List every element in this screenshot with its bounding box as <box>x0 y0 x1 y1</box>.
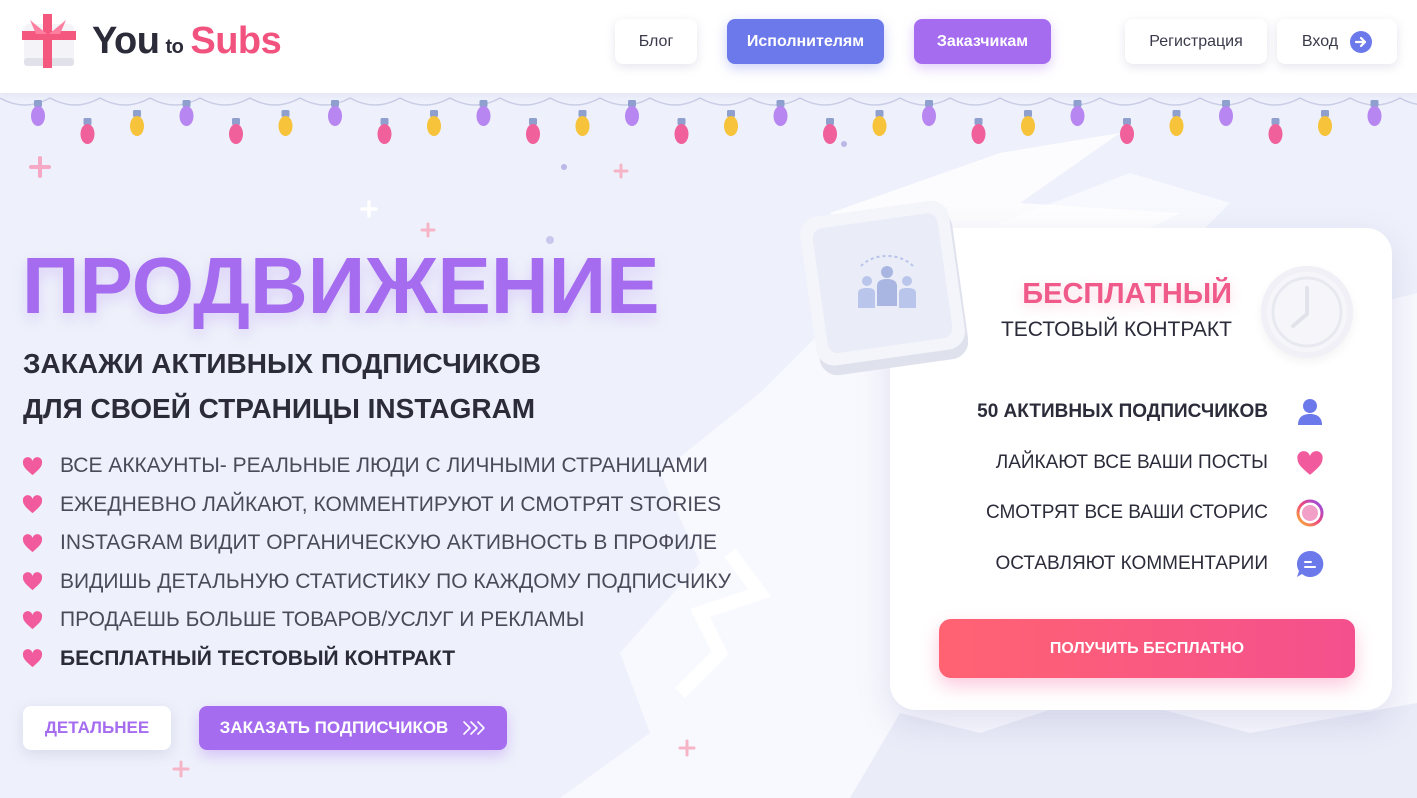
clock-icon <box>1261 266 1353 358</box>
hero-subtitle-line2: ДЛЯ СВОЕЙ СТРАНИЦЫ INSTAGRAM <box>23 393 536 424</box>
feature-text: ЕЖЕДНЕВНО ЛАЙКАЮТ, КОММЕНТИРУЮТ И СМОТРЯ… <box>60 492 722 516</box>
nav-performers-button[interactable]: Исполнителям <box>727 19 884 64</box>
nav-customers-button[interactable]: Заказчикам <box>914 19 1051 64</box>
comment-icon <box>1295 549 1325 579</box>
feature-text: ВИДИШЬ ДЕТАЛЬНУЮ СТАТИСТИКУ ПО КАЖДОМУ П… <box>60 569 732 593</box>
login-button[interactable]: Вход <box>1277 19 1397 64</box>
feature-item: ВИДИШЬ ДЕТАЛЬНУЮ СТАТИСТИКУ ПО КАЖДОМУ П… <box>22 563 731 602</box>
dot-decoration <box>561 164 567 170</box>
details-button[interactable]: ДЕТАЛЬНЕЕ <box>23 706 171 750</box>
garland-bulb <box>575 110 590 136</box>
garland-bulb <box>1268 118 1283 144</box>
feature-item: ПРОДАЕШЬ БОЛЬШЕ ТОВАРОВ/УСЛУГ И РЕКЛАМЫ <box>22 601 731 640</box>
register-button[interactable]: Регистрация <box>1125 19 1267 64</box>
logo-text: You to Subs <box>92 19 282 63</box>
card-row-likes: ЛАЙКАЮТ ВСЕ ВАШИ ПОСТЫ <box>995 452 1268 473</box>
nav-blog-button[interactable]: Блог <box>615 19 697 64</box>
feature-text: ВСЕ АККАУНТЫ- РЕАЛЬНЫЕ ЛЮДИ С ЛИЧНЫМИ СТ… <box>60 454 708 478</box>
garland-bulb <box>476 100 491 126</box>
heart-icon <box>22 649 43 668</box>
heart-icon <box>22 495 43 514</box>
feature-list: ВСЕ АККАУНТЫ- РЕАЛЬНЫЕ ЛЮДИ С ЛИЧНЫМИ СТ… <box>22 447 731 678</box>
card-row-stories: СМОТРЯТ ВСЕ ВАШИ СТОРИС <box>985 502 1268 523</box>
feature-text: БЕСПЛАТНЫЙ ТЕСТОВЫЙ КОНТРАКТ <box>60 646 456 670</box>
user-icon <box>1295 397 1325 427</box>
feature-item: ВСЕ АККАУНТЫ- РЕАЛЬНЫЕ ЛЮДИ С ЛИЧНЫМИ СТ… <box>22 447 731 486</box>
garland-bulb <box>823 118 837 144</box>
feature-text: INSTAGRAM ВИДИТ ОРГАНИЧЕСКУЮ АКТИВНОСТЬ … <box>60 531 718 555</box>
get-free-button[interactable]: ПОЛУЧИТЬ БЕСПЛАТНО <box>939 619 1355 678</box>
heart-icon <box>22 456 43 475</box>
card-title: ТЕСТОВЫЙ КОНТРАКТ <box>1000 318 1232 341</box>
stories-ring-icon <box>1295 498 1325 528</box>
logo-to: to <box>165 35 184 58</box>
garland-bulb <box>971 118 986 144</box>
order-button-label: ЗАКАЗАТЬ ПОДПИСЧИКОВ <box>219 718 449 737</box>
sparkle-icon <box>172 760 190 778</box>
logo-subs: Subs <box>190 19 282 62</box>
garland-bulb <box>377 118 392 144</box>
card-title-accent: БЕСПЛАТНЫЙ <box>1022 278 1232 310</box>
sparkle-icon <box>360 200 378 218</box>
card-row-comments: ОСТАВЛЯЮТ КОММЕНТАРИИ <box>995 553 1269 574</box>
double-chevron-right-icon <box>462 720 486 736</box>
garland-bulb <box>1120 118 1134 144</box>
garland-bulb <box>427 110 441 136</box>
heart-icon <box>1295 448 1325 478</box>
garland-bulb <box>674 118 689 144</box>
feature-item: БЕСПЛАТНЫЙ ТЕСТОВЫЙ КОНТРАКТ <box>22 640 731 679</box>
garland-bulb <box>1367 100 1382 126</box>
sparkle-icon <box>420 222 436 238</box>
garland-bulb <box>872 110 887 136</box>
garland-bulb <box>1318 110 1332 136</box>
garland-bulb <box>724 110 738 136</box>
feature-item: INSTAGRAM ВИДИТ ОРГАНИЧЕСКУЮ АКТИВНОСТЬ … <box>22 524 731 563</box>
garland-lights-decoration <box>0 97 1417 144</box>
garland-bulb <box>328 100 342 126</box>
heart-icon <box>22 533 43 552</box>
heart-icon <box>22 572 43 591</box>
team-tile-decoration <box>800 196 969 376</box>
login-label: Вход <box>1301 32 1339 50</box>
feature-item: ЕЖЕДНЕВНО ЛАЙКАЮТ, КОММЕНТИРУЮТ И СМОТРЯ… <box>22 486 731 525</box>
hero-title: ПРОДВИЖЕНИЕ <box>22 241 660 330</box>
site-header: You to Subs Блог Исполнителям Заказчикам… <box>0 0 1417 93</box>
hero-subtitle: ЗАКАЖИ АКТИВНЫХ ПОДПИСЧИКОВ ДЛЯ СВОЕЙ СТ… <box>23 341 663 431</box>
garland-bulb <box>526 118 540 144</box>
heart-icon <box>22 610 43 629</box>
garland-bulb <box>80 118 95 144</box>
sparkle-icon <box>613 163 629 179</box>
garland-bulb <box>1021 110 1035 136</box>
card-row-subscribers: 50 АКТИВНЫХ ПОДПИСЧИКОВ <box>977 401 1268 422</box>
garland-bulb <box>229 118 243 144</box>
feature-text: ПРОДАЕШЬ БОЛЬШЕ ТОВАРОВ/УСЛУГ И РЕКЛАМЫ <box>60 608 585 632</box>
garland-bulb <box>130 110 144 136</box>
garland-bulb <box>278 110 293 136</box>
arrow-right-icon <box>1350 30 1373 53</box>
sparkle-icon <box>678 739 696 757</box>
logo[interactable]: You to Subs <box>22 14 282 68</box>
logo-you: You <box>92 19 160 62</box>
hero-subtitle-line1: ЗАКАЖИ АКТИВНЫХ ПОДПИСЧИКОВ <box>23 348 541 379</box>
garland-bulb <box>1169 110 1184 136</box>
gift-box-icon <box>22 14 76 68</box>
order-subscribers-button[interactable]: ЗАКАЗАТЬ ПОДПИСЧИКОВ <box>199 706 507 750</box>
